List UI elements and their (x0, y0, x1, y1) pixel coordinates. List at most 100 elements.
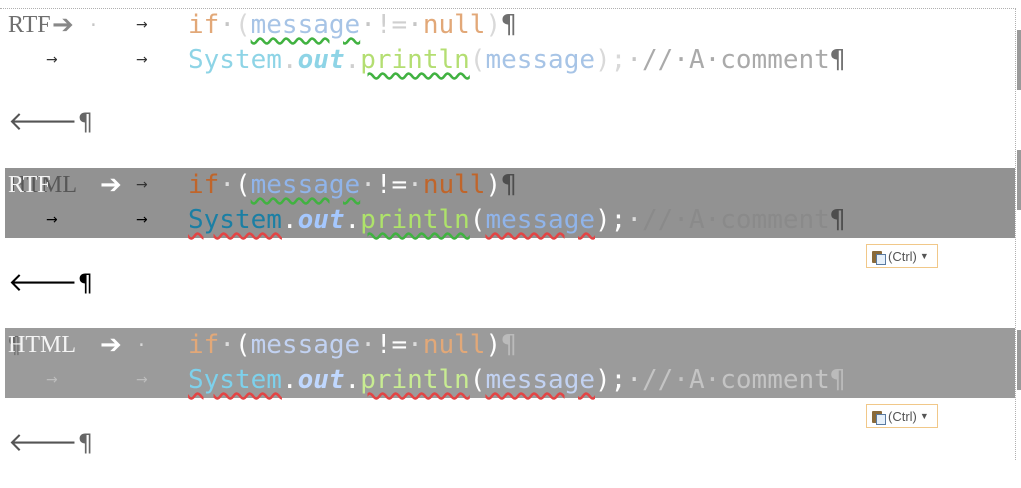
space-mark: · (626, 45, 642, 75)
pilcrow-mark: ¶ (77, 269, 94, 297)
dot-operator: . (344, 45, 361, 75)
tab-mark-icon: → (136, 212, 148, 228)
space-mark: · (626, 205, 642, 235)
space-mark: · (136, 335, 147, 356)
method-println: println (360, 45, 470, 75)
tab-mark-icon: → (136, 177, 148, 193)
space-mark: · (219, 170, 235, 200)
paste-options-label: (Ctrl) (888, 408, 917, 424)
paste-block-rtf[interactable]: RTF ➔ · → if·(message·!=·null)¶ → → Syst… (0, 8, 1015, 168)
paste-block-rtf-html[interactable]: HTML RTF ➔ → if·(message·!=·null)¶ → → S… (0, 168, 1015, 328)
code-text[interactable]: System.out.println(message);·//·A·commen… (188, 43, 845, 78)
scroll-marker[interactable] (1017, 30, 1021, 90)
empty-paragraph[interactable]: 🡐¶ (8, 427, 93, 458)
type-system: System (188, 45, 282, 75)
pilcrow-mark: ¶ (829, 45, 846, 75)
empty-paragraph[interactable]: 🡐¶ (8, 267, 93, 298)
semicolon: ; (610, 365, 627, 395)
dot-operator: . (281, 205, 298, 235)
field-out: out (297, 45, 345, 75)
identifier-message: message (250, 170, 361, 200)
space-mark: · (219, 10, 235, 40)
space-mark: · (626, 365, 642, 395)
tab-mark-icon: → (46, 212, 58, 228)
close-paren: ) (485, 170, 502, 200)
type-system: System (188, 205, 282, 235)
scroll-marker[interactable] (1017, 330, 1021, 390)
code-line-println[interactable]: → → System.out.println(message);·//·A·co… (0, 203, 1015, 238)
space-mark: · (88, 15, 99, 36)
open-paren: ( (469, 205, 486, 235)
code-line-println[interactable]: → → System.out.println(message);·//·A·co… (0, 363, 1015, 398)
space-mark: · (360, 10, 376, 40)
dot-operator: . (281, 365, 298, 395)
operator-neq: != (375, 330, 408, 360)
pilcrow-mark: ¶ (501, 10, 517, 40)
operator-neq: != (375, 170, 408, 200)
semicolon: ; (610, 205, 627, 235)
pilcrow-mark: ¶ (77, 429, 94, 457)
identifier-message: message (485, 45, 596, 75)
back-arrow-icon: 🡐 (8, 107, 78, 137)
space-mark: · (407, 330, 423, 360)
keyword-if: if (188, 330, 220, 360)
dropdown-caret-icon: ▼ (919, 251, 929, 261)
code-text[interactable]: if·(message·!=·null)¶ (188, 168, 517, 203)
operator-neq: != (375, 10, 408, 40)
paste-options-label: (Ctrl) (888, 248, 917, 264)
keyword-null: null (422, 10, 486, 40)
empty-paragraph[interactable]: 🡐¶ (8, 106, 93, 137)
code-line-if[interactable]: ¶ HTML ➔ · if·(message·!=·null)¶ (0, 328, 1015, 363)
format-label: RTF (8, 172, 51, 198)
paste-options-icon (871, 249, 886, 265)
back-arrow-icon: 🡐 (8, 428, 78, 458)
close-paren: ) (595, 205, 611, 235)
open-paren: ( (234, 330, 251, 360)
code-text[interactable]: if·(message·!=·null)¶ (188, 328, 517, 363)
back-arrow-icon: 🡐 (8, 268, 78, 298)
keyword-if: if (188, 10, 220, 40)
space-mark: · (360, 330, 376, 360)
tab-mark-icon: → (136, 372, 148, 388)
field-out: out (297, 205, 345, 235)
close-paren: ) (595, 365, 611, 395)
paste-options-button[interactable]: (Ctrl) ▼ (866, 404, 938, 428)
paste-options-button[interactable]: (Ctrl) ▼ (866, 244, 938, 268)
tab-mark-icon: → (46, 52, 58, 68)
identifier-message: message (485, 365, 596, 395)
code-line-if[interactable]: HTML RTF ➔ → if·(message·!=·null)¶ (0, 168, 1015, 203)
comment: //·A·comment (641, 45, 830, 75)
close-paren: ) (485, 330, 502, 360)
paste-block-html[interactable]: ¶ HTML ➔ · if·(message·!=·null)¶ → → Sys… (0, 328, 1015, 488)
open-paren: ( (234, 170, 251, 200)
identifier-message: message (250, 10, 361, 40)
code-line-println[interactable]: → → System.out.println(message);·//·A·co… (0, 43, 1015, 78)
dot-operator: . (344, 205, 361, 235)
keyword-if: if (188, 170, 220, 200)
comment: //·A·comment (641, 205, 830, 235)
page-boundary-right (1015, 8, 1016, 460)
close-paren: ) (595, 45, 611, 75)
open-paren: ( (469, 365, 486, 395)
comment: //·A·comment (641, 365, 830, 395)
space-mark: · (360, 170, 376, 200)
scroll-marker[interactable] (1017, 150, 1021, 210)
space-mark: · (407, 10, 423, 40)
tab-arrow-icon: ➔ (100, 330, 122, 360)
pilcrow-mark: ¶ (501, 170, 517, 200)
code-text[interactable]: System.out.println(message);·//·A·commen… (188, 363, 845, 398)
semicolon: ; (610, 45, 627, 75)
tab-mark-icon: → (46, 372, 58, 388)
code-line-if[interactable]: RTF ➔ · → if·(message·!=·null)¶ (0, 8, 1015, 43)
pilcrow-mark: ¶ (829, 365, 846, 395)
identifier-message: message (250, 330, 361, 360)
pilcrow-mark: ¶ (77, 108, 94, 136)
code-text[interactable]: if·(message·!=·null)¶ (188, 8, 517, 43)
pilcrow-mark: ¶ (829, 205, 846, 235)
tab-mark-icon: → (136, 17, 148, 33)
code-text[interactable]: System.out.println(message);·//·A·commen… (188, 203, 845, 238)
keyword-null: null (422, 330, 486, 360)
paste-options-icon (871, 409, 886, 425)
tab-arrow-icon: ➔ (100, 170, 122, 200)
format-label: RTF (8, 12, 51, 38)
